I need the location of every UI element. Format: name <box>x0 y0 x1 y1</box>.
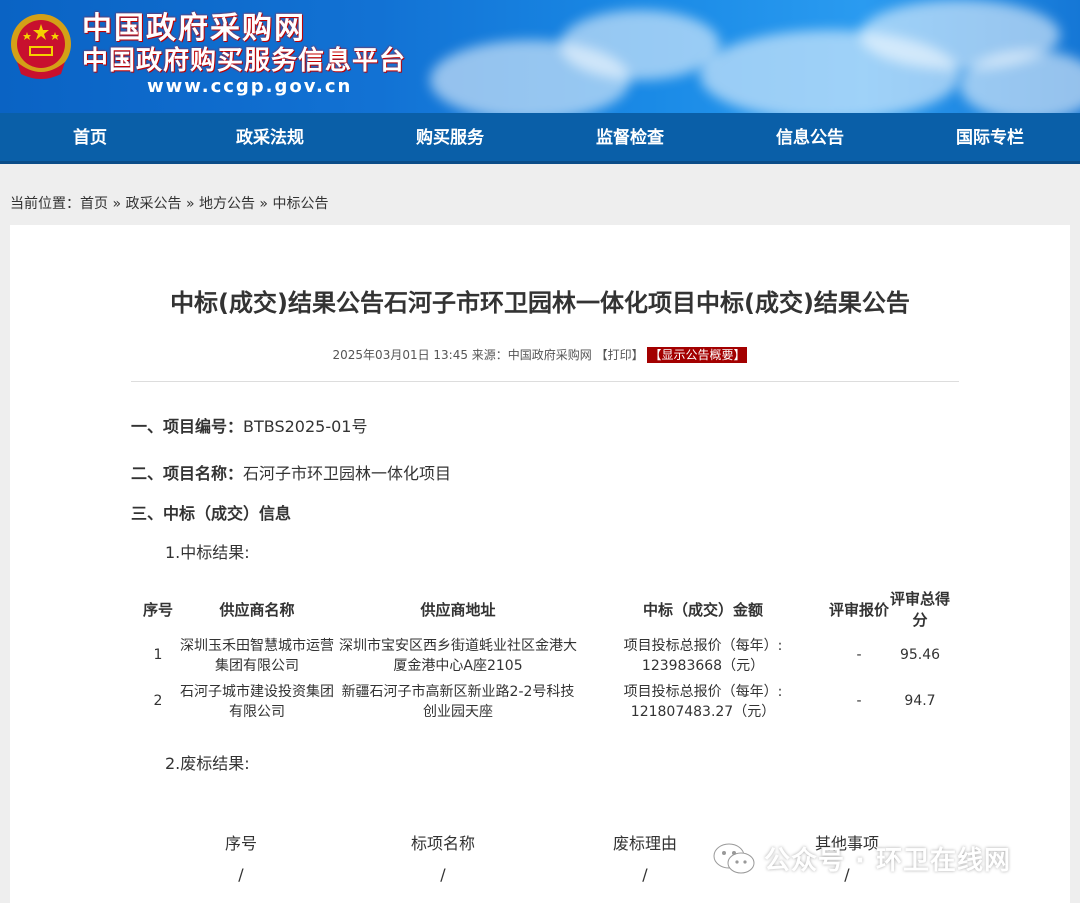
fail-cell: / <box>238 864 244 884</box>
project-name-label: 二、项目名称： <box>131 464 244 483</box>
header-no: 序号 <box>142 600 173 619</box>
nav-item-international[interactable]: 国际专栏 <box>900 113 1080 161</box>
site-title: 中国政府采购网 <box>82 11 306 46</box>
row-amount-value: 121807483.27（元） <box>630 704 776 720</box>
row-no: 2 <box>153 693 163 709</box>
breadcrumb: 当前位置：首页 » 政采公告 » 地方公告 » 中标公告 <box>10 193 328 213</box>
article-meta: 2025年03月01日 13:45 来源：中国政府采购网 【打印】 【显示公告概… <box>0 346 1080 363</box>
row-address: 深圳市宝安区西乡街道蚝业社区金港大厦金港中心A座2105 <box>339 638 577 674</box>
site-header-banner: 中国政府采购网 中国政府购买服务信息平台 www.ccgp.gov.cn <box>0 0 1080 113</box>
project-number-value: BTBS2025-01号 <box>243 417 368 436</box>
row-amount: 项目投标总报价（每年）: 123983668（元） <box>578 635 828 675</box>
breadcrumb-item-procurement[interactable]: 政采公告 <box>125 196 181 212</box>
row-score: 95.46 <box>899 647 941 663</box>
row-supplier: 深圳玉禾田智慧城市运营集团有限公司 <box>180 638 334 674</box>
breadcrumb-item-winning[interactable]: 中标公告 <box>272 196 328 212</box>
fail-header-no: 序号 <box>224 834 257 853</box>
winner-info-heading: 三、中标（成交）信息 <box>131 504 292 523</box>
row-quote: - <box>856 647 862 663</box>
article-title: 中标(成交)结果公告石河子市环卫园林一体化项目中标(成交)结果公告 <box>170 289 910 317</box>
wechat-icon <box>713 843 755 873</box>
row-score: 94.7 <box>904 693 936 709</box>
project-number-row: 一、项目编号：BTBS2025-01号 <box>131 413 367 437</box>
header-quote: 评审报价 <box>828 600 889 619</box>
nav-item-regulations[interactable]: 政采法规 <box>180 113 360 161</box>
national-emblem-icon <box>11 14 71 79</box>
article-meta-text: 2025年03月01日 13:45 来源：中国政府采购网 【打印】 <box>332 348 644 362</box>
breadcrumb-prefix: 当前位置： <box>10 196 80 212</box>
project-name-row: 二、项目名称：石河子市环卫园林一体化项目 <box>131 460 451 484</box>
header-score: 评审总得分 <box>890 590 951 629</box>
row-amount-label: 项目投标总报价（每年）: <box>623 684 783 700</box>
table-header-row: 序号 供应商名称 供应商地址 中标（成交）金额 评审报价 评审总得分 <box>140 586 950 632</box>
result-label: 1.中标结果: <box>165 543 250 562</box>
row-no: 1 <box>153 647 163 663</box>
header-supplier: 供应商名称 <box>219 600 295 619</box>
row-amount: 项目投标总报价（每年）: 121807483.27（元） <box>578 681 828 721</box>
breadcrumb-item-local[interactable]: 地方公告 <box>199 196 255 212</box>
project-name-value: 石河子市环卫园林一体化项目 <box>243 464 452 483</box>
divider <box>131 381 959 382</box>
watermark-text: 公众号 · 环卫在线网 <box>764 846 1011 876</box>
watermark: 公众号 · 环卫在线网 <box>712 840 1011 877</box>
breadcrumb-separator: » <box>185 196 195 212</box>
row-quote: - <box>856 693 862 709</box>
site-subtitle: 中国政府购买服务信息平台 <box>82 46 407 76</box>
result-table: 序号 供应商名称 供应商地址 中标（成交）金额 评审报价 评审总得分 1 深圳玉… <box>140 586 950 724</box>
fail-cell: / <box>440 864 446 884</box>
fail-header-item: 标项名称 <box>410 834 475 853</box>
row-supplier: 石河子城市建设投资集团有限公司 <box>180 684 334 720</box>
table-row: 1 深圳玉禾田智慧城市运营集团有限公司 深圳市宝安区西乡街道蚝业社区金港大厦金港… <box>140 632 950 678</box>
header-amount: 中标（成交）金额 <box>642 600 763 619</box>
fail-label: 2.废标结果: <box>165 754 250 773</box>
breadcrumb-separator: » <box>112 196 122 212</box>
row-address: 新疆石河子市高新区新业路2-2号科技创业园天座 <box>341 684 575 720</box>
nav-item-supervision[interactable]: 监督检查 <box>540 113 720 161</box>
table-row: 2 石河子城市建设投资集团有限公司 新疆石河子市高新区新业路2-2号科技创业园天… <box>140 678 950 724</box>
article-card <box>10 225 1070 903</box>
nav-item-home[interactable]: 首页 <box>0 113 180 161</box>
site-url[interactable]: www.ccgp.gov.cn <box>147 76 352 97</box>
breadcrumb-item-home[interactable]: 首页 <box>80 196 108 212</box>
nav-item-purchase-services[interactable]: 购买服务 <box>360 113 540 161</box>
breadcrumb-separator: » <box>259 196 268 212</box>
show-summary-button[interactable]: 【显示公告概要】 <box>647 347 748 363</box>
nav-item-announcements[interactable]: 信息公告 <box>720 113 900 161</box>
project-number-label: 一、项目编号： <box>131 417 244 436</box>
main-nav: 首页 政采法规 购买服务 监督检查 信息公告 国际专栏 <box>0 113 1080 164</box>
row-amount-value: 123983668（元） <box>641 658 765 674</box>
header-address: 供应商地址 <box>420 600 496 619</box>
row-amount-label: 项目投标总报价（每年）: <box>623 638 783 654</box>
